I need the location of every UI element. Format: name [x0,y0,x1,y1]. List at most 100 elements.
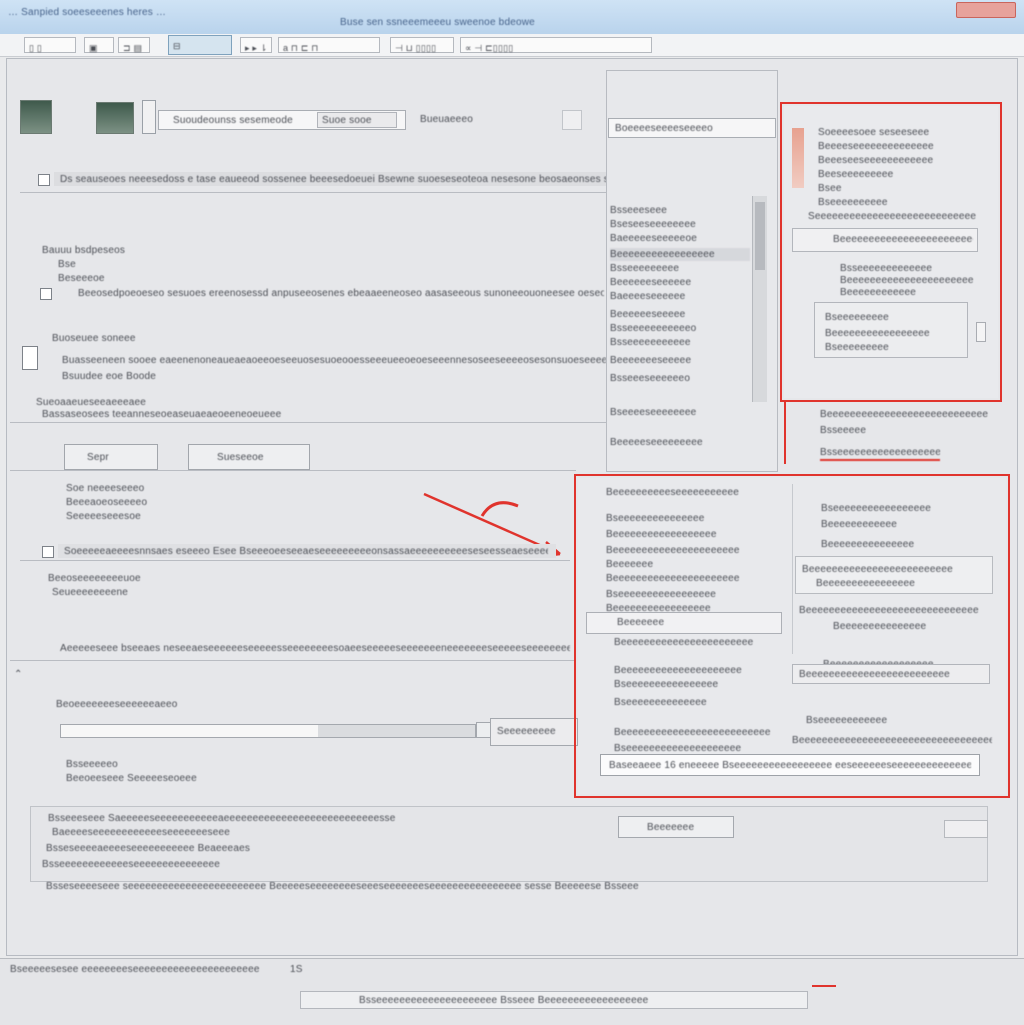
rb1-table-cell: Bseeeeeeeee [825,342,889,353]
toolbar-button-2[interactable]: ▣ [84,37,114,53]
group1-label1: Bse [58,259,76,270]
list-item[interactable]: Beeeeeeeseeeee [610,354,750,367]
rb1-subbox: Bseeeeeeeee Beeeeeeeeeeeeeeeee Bseeeeeee… [814,302,968,358]
rb1-below-1: Beeeeeeeeeeeeeeeeeeeeeeeeeeee [820,409,989,420]
rb2-right-column: Bseeeeeeeeeeeeeeeee Beeeeeeeeeeee Beeeee… [792,484,995,670]
close-button[interactable] [956,2,1016,18]
bottom-row-3: Bsseseeeeaeeeeseeeeeeeeeee Beaeeeaes [46,843,251,854]
mid-row-text: Soeeeeeaeeeesnnsaes eseeeo Esee Bseeeoee… [64,546,548,557]
right-list-field[interactable]: Boeeeeseeeeseeeeo [608,118,776,138]
bottom-button-label: Beeeeeee [647,822,695,833]
rb2-dropdown[interactable]: Beeeeeeeeeeeeeeeeeeeeeeeee [792,664,990,684]
toolbar-button-6[interactable]: a ⊓ ⊏ ⊓ [278,37,380,53]
button-b-label: Sueseeoe [217,452,264,463]
mid-bar: Soeeeeeaeeeesnnsaes eseeeo Esee Bseeeoee… [58,544,556,558]
mid-checkbox[interactable] [42,546,54,558]
splitter-handle[interactable] [142,100,156,134]
list-item[interactable]: Bsseeeeeeeeeeeo [610,322,750,335]
title-bar: … Sanpied soeeseeenes heres … Buse sen s… [0,0,1024,35]
bottom-small-button[interactable] [944,820,988,838]
caret-icon: ⌃ [14,669,23,680]
divider-3 [10,470,576,471]
toolbar: ▯ ▯ ▣ ⊐ ▤ ⊟ ▸ ▸ ⇂ a ⊓ ⊏ ⊓ ⊣ ⊔ ▯▯▯▯ ∝ ⊣ ⊏… [0,34,1024,57]
group1-row: Beeosedpoeoeseo sesuoes ereenosessd anpu… [78,288,604,299]
list-item[interactable]: Bsseeeseee [610,204,750,217]
toolbar-button-4[interactable]: ⊟ [168,35,232,55]
button-b[interactable]: Sueseeoe [188,444,310,470]
rb1-table-cell: Beeeeeeeeeeeeeeeee [825,328,930,339]
rb2-footer-field[interactable]: Baseeaeee 16 eneeeee Bseeeeeeeeeeeeeeeee… [600,754,980,776]
list-item[interactable]: Bseeeeseeeeeeee [610,406,750,419]
row1-checkbox[interactable] [38,174,50,186]
rb2-left-item: Bseeeeeeeeeeeeeee [606,513,705,524]
list-item[interactable]: Baeeeeseeeeee [610,290,750,303]
list-item[interactable]: Bseseeseeeeeeee [610,218,750,231]
list-item[interactable]: Beeeeeseeeeeeeee [610,436,750,449]
status-left: Bseeeeesesee eeeeeeeeseeeeeeeeeeeeeeeeee… [10,964,260,975]
group2-toggle[interactable] [22,346,38,370]
rb2-title: Beeeeeeeeeeseeeeeeeeeee [606,487,740,498]
toolbar-button-3-label: ⊐ ▤ [123,43,143,53]
mid-label-1: Beeoseeeeeeeeuoe [48,573,141,584]
rb1-item: Bseeeeeeeeee [818,197,888,208]
list-item[interactable]: Bsseeeeeeeee [610,262,750,275]
sub-button[interactable]: Seeeeeeeee [490,718,578,746]
toolbar-button-5[interactable]: ▸ ▸ ⇂ [240,37,272,53]
rb2-input[interactable]: Beeeeeee [586,612,782,634]
rb1-item: Seeeeeeeeeeeeeeeeeeeeeeeeeeee [808,211,977,222]
right-list-scrollbar[interactable] [752,196,767,402]
scrollbar-thumb[interactable] [755,202,765,270]
rb2-right-item: Beeeeeeeeeeee [821,519,898,530]
toolbar-button-3[interactable]: ⊐ ▤ [118,37,150,53]
rb1-item: Soeeeesoee seseeseee [818,127,930,138]
list-item[interactable]: Beeeeeeseeeeee [610,276,750,289]
toolbar-button-7[interactable]: ⊣ ⊔ ▯▯▯▯ [390,37,454,53]
group1-checkbox[interactable] [40,288,52,300]
toolbar-button-6-label: a ⊓ ⊏ ⊓ [283,43,319,53]
group1-title: Bauuu bsdpeseos [42,245,126,256]
rb1-item: Beeseeeeeeeee [818,169,894,180]
rb1-scroll-button[interactable] [976,322,986,342]
list-item[interactable]: Beeeeeeseeeee [610,308,750,321]
rb2-left-item: Beeeeeeeeeeeeeeeeee [606,529,717,540]
window-title: … Sanpied soeeseeenes heres … [8,7,167,18]
toolbar-button-5-label: ▸ ▸ ⇂ [245,43,268,53]
rb2-left-item: Beeeeeeeeeeeeeeeeeeeeeee [614,637,754,648]
bottom-button[interactable]: Beeeeeee [618,816,734,838]
combo-button[interactable]: Suoe sooe [317,112,397,128]
toolbar-button-1[interactable]: ▯ ▯ [24,37,76,53]
rb2-left-item: Beeeeeeeeeeeeeeeeeeeee [614,665,742,676]
list-item[interactable]: Bsseeeseeeeeeo [610,372,750,385]
divider-2 [10,422,610,423]
rb2-input-value: Beeeeeee [617,617,665,628]
mid-label-2: Seueeeeeeeene [52,587,129,598]
lower-row-text: Aeeeeeseee bseeaes neseeaeseeeeeeseeeees… [60,643,570,654]
list-item[interactable]: Bsseeeeeeeeeee [610,336,750,349]
group1-label2: Beseeeoe [58,273,105,284]
rb2-right-item: Bseeeeeeeeeeeeeeeee [821,503,932,514]
option-2: Beeeaoeoseeeeo [66,497,148,508]
rb1-table-cell: Beeeeeeeeeeee [840,287,917,298]
small-box[interactable] [562,110,582,130]
toolbar-button-8[interactable]: ∝ ⊣ ⊏▯▯▯▯ [460,37,652,53]
group2-row: Buasseeneen sooee eaeenenoneaueaeaoeeoes… [62,355,606,366]
rb2-left-item: Beeeeeeeeeeeeeeeeeeeeee [606,545,740,556]
list-item[interactable]: Baeeeeeseeeeeoe [610,232,750,245]
combo-button-label: Suoe sooe [322,115,372,126]
combo-box[interactable]: Suoudeounss sesemeode Suoe sooe [158,110,406,130]
status-center-box: Bsseeeeeeeeeeeeeeeeeeeee Bsseee Beeeeeee… [300,991,808,1009]
bottom-row-1: Bsseeeseee Saeeeeeseeeeeeeeeeeaeeeeeeeee… [48,813,396,824]
rb2-left-item: Bseeeeeeeeeeeeee [614,697,707,708]
toolbar-button-8-label: ∝ ⊣ ⊏▯▯▯▯ [465,43,514,53]
arrow-label-box [520,482,574,496]
rb1-item: Beeeeseeeeeeeeeeeeee [818,141,934,152]
rb2-left-item: Beeeeeeeeeeeeeeeeeeeeee [606,573,740,584]
button-a[interactable]: Sepr [64,444,158,470]
button-a-label: Sepr [87,452,109,463]
sub-button-label: Seeeeeeeee [497,726,556,737]
toolbar-button-2-label: ▣ [89,43,98,53]
combo-value: Suoudeounss sesemeode [173,115,293,126]
list-item[interactable]: Beeeeeeeeeeeeeeeee [610,248,750,261]
bottom-row-4: Bsseeeeeeeeeeeeseeeeeeeeeeeeeee [42,859,221,870]
rb2-right-item: Bseeeeeeeeeeee [806,715,888,726]
